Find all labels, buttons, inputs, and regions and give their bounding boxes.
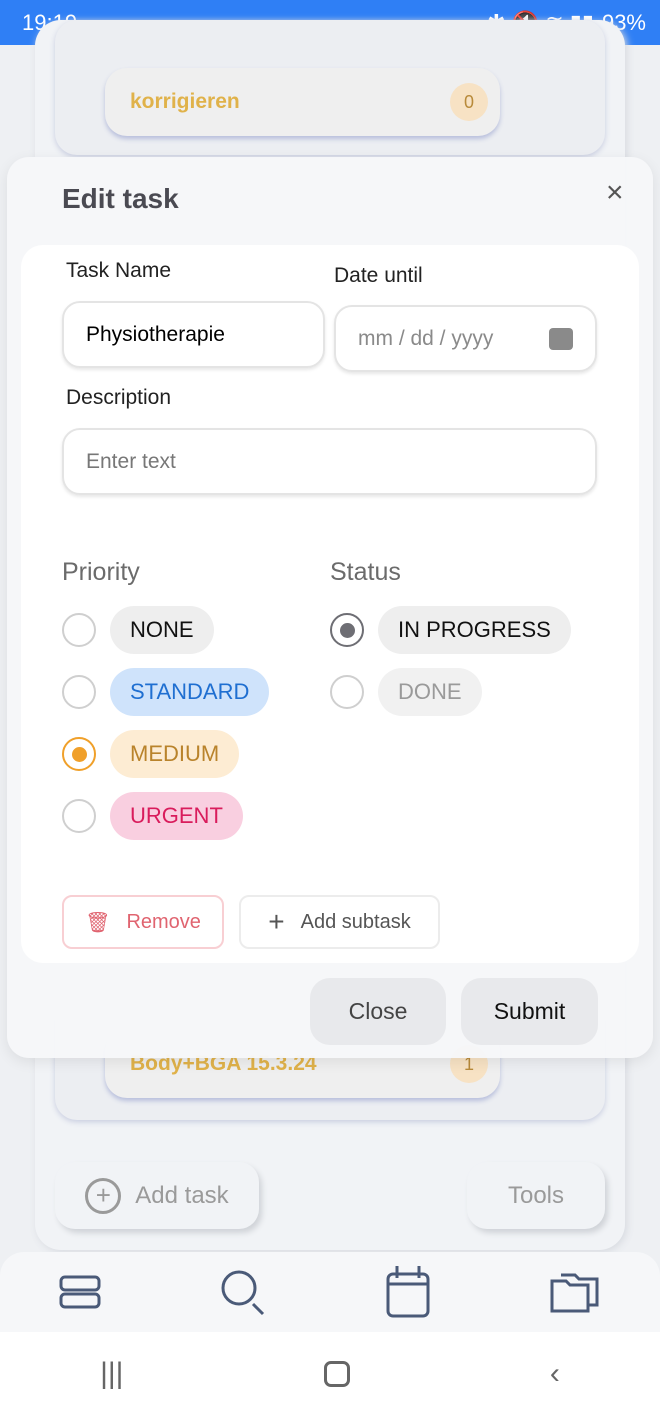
recent-apps-icon[interactable]: ||| <box>100 1357 123 1391</box>
option-chip[interactable]: MEDIUM <box>110 730 240 778</box>
radio-checked[interactable] <box>330 613 364 647</box>
option-chip[interactable]: STANDARD <box>110 668 270 716</box>
radio-checked[interactable] <box>62 737 96 771</box>
radio-dot <box>339 622 355 638</box>
priority-radio-group: NONE STANDARD MEDIUM URGENT <box>62 606 270 854</box>
folder-icon[interactable] <box>549 1269 601 1315</box>
status-heading: Status <box>330 558 401 586</box>
option-chip[interactable]: NONE <box>110 606 214 654</box>
date-until-input[interactable]: mm / dd / yyyy <box>334 305 597 372</box>
plus-circle-icon: + <box>85 1177 122 1214</box>
calendar-icon[interactable] <box>549 327 573 350</box>
date-placeholder: mm / dd / yyyy <box>358 326 494 350</box>
radio-unchecked[interactable] <box>62 799 96 833</box>
system-navigation: ||| ‹ <box>0 1332 660 1415</box>
radio-unchecked[interactable] <box>330 675 364 709</box>
radio-unchecked[interactable] <box>62 613 96 647</box>
list-item-label: korrigieren <box>130 90 240 113</box>
tools-button[interactable]: Tools <box>467 1162 605 1229</box>
submit-button[interactable]: Submit <box>461 978 598 1045</box>
plus-icon: + <box>268 906 285 937</box>
dialog-title: Edit task <box>62 183 179 214</box>
radio-option[interactable]: DONE <box>330 668 571 716</box>
close-icon[interactable]: × <box>606 176 624 210</box>
home-icon[interactable] <box>323 1360 350 1387</box>
radio-unchecked[interactable] <box>62 675 96 709</box>
radio-option[interactable]: URGENT <box>62 792 269 840</box>
description-label: Description <box>66 386 172 409</box>
search-icon[interactable] <box>219 1268 267 1316</box>
add-task-label: Add task <box>135 1181 229 1209</box>
back-icon[interactable]: ‹ <box>550 1357 560 1391</box>
option-chip[interactable]: IN PROGRESS <box>378 606 571 654</box>
remove-button[interactable]: 🗑 Remove <box>62 895 224 949</box>
option-chip[interactable]: URGENT <box>110 792 243 840</box>
remove-label: Remove <box>126 910 201 933</box>
close-button[interactable]: Close <box>310 978 446 1045</box>
task-name-input[interactable]: Physiotherapie <box>62 301 325 368</box>
list-view-icon[interactable] <box>59 1274 101 1310</box>
radio-option[interactable]: NONE <box>62 606 269 654</box>
add-task-button[interactable]: + Add task <box>55 1162 259 1229</box>
add-subtask-label: Add subtask <box>300 910 411 933</box>
task-name-label: Task Name <box>66 259 172 282</box>
priority-heading: Priority <box>62 558 140 586</box>
option-chip[interactable]: DONE <box>378 668 482 716</box>
add-subtask-button[interactable]: + Add subtask <box>239 895 440 949</box>
description-input[interactable]: Enter text <box>62 428 597 495</box>
list-item[interactable]: korrigieren 0 <box>105 68 500 136</box>
bottom-navigation <box>0 1252 660 1332</box>
radio-option[interactable]: MEDIUM <box>62 730 269 778</box>
radio-option[interactable]: IN PROGRESS <box>330 606 571 654</box>
count-badge: 0 <box>450 83 488 121</box>
calendar-icon[interactable] <box>385 1264 431 1320</box>
radio-dot <box>71 746 87 762</box>
trash-icon: 🗑 <box>85 911 111 934</box>
date-until-label: Date until <box>334 264 423 287</box>
status-radio-group: IN PROGRESS DONE <box>330 606 571 730</box>
radio-option[interactable]: STANDARD <box>62 668 270 716</box>
